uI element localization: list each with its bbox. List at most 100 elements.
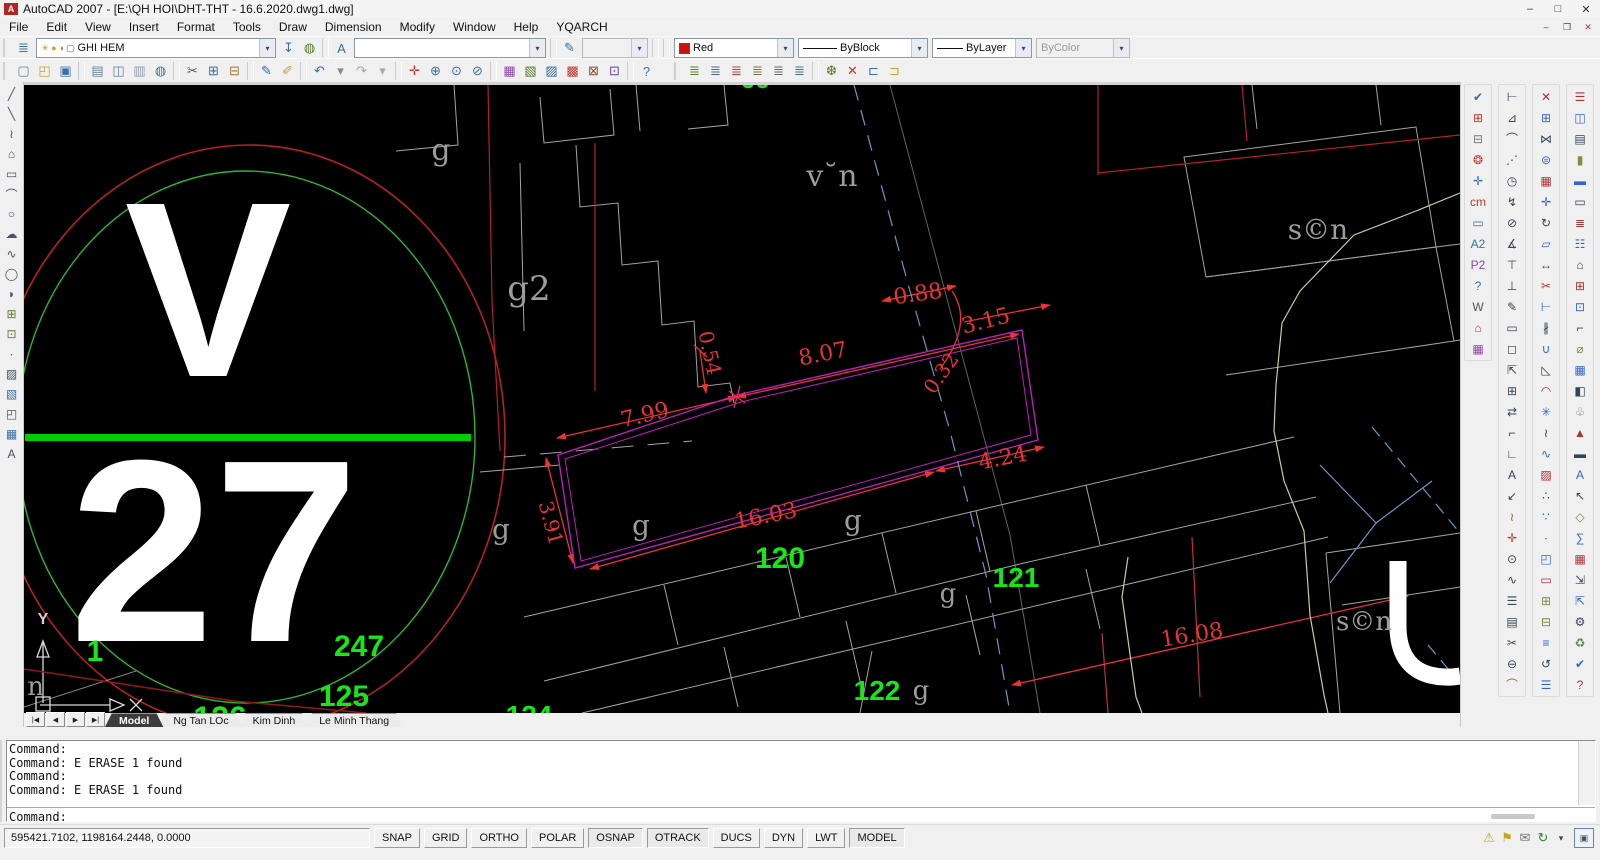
chevron-down-icon[interactable]: ▾ bbox=[631, 39, 647, 57]
block-editor-icon[interactable]: ✐ bbox=[277, 61, 298, 81]
elevation-icon[interactable]: ⌐ bbox=[1569, 317, 1591, 338]
rectangle-icon[interactable]: ▭ bbox=[2, 164, 22, 184]
insert-block-icon[interactable]: ⊞ bbox=[2, 304, 22, 324]
menu-file[interactable]: File bbox=[0, 19, 37, 35]
help-icon[interactable]: ? bbox=[636, 61, 657, 81]
copy-object-icon[interactable]: ⊞ bbox=[1535, 107, 1557, 128]
block-group-icon[interactable]: ⊞ bbox=[1467, 107, 1489, 128]
center-insert-icon[interactable]: ✛ bbox=[1467, 170, 1489, 191]
chamfer-icon[interactable]: ◺ bbox=[1535, 359, 1557, 380]
zoom-window-icon[interactable]: ⊙ bbox=[446, 61, 467, 81]
slab-icon[interactable]: ▭ bbox=[1569, 191, 1591, 212]
sheet-set-manager-icon[interactable]: ▩ bbox=[562, 61, 583, 81]
dim-style-dialog-icon[interactable]: ⇱ bbox=[1501, 359, 1523, 380]
about-icon[interactable]: ? bbox=[1569, 674, 1591, 695]
spline-edit-icon[interactable]: ∿ bbox=[1535, 443, 1557, 464]
schedule-icon[interactable]: ▦ bbox=[1569, 548, 1591, 569]
undo-icon[interactable]: ↶ bbox=[309, 61, 330, 81]
standards-warning-icon[interactable]: ⚠ bbox=[1480, 829, 1498, 847]
divide-icon[interactable]: ∴ bbox=[1535, 485, 1557, 506]
center-mark-icon[interactable]: ⇄ bbox=[1501, 401, 1523, 422]
mleader-icon[interactable]: A bbox=[1501, 464, 1523, 485]
color-grid-icon[interactable]: ▦ bbox=[1467, 338, 1489, 359]
command-box[interactable]: Command:Command: E ERASE 1 foundCommand:… bbox=[6, 740, 1596, 822]
stair-icon[interactable]: ≣ bbox=[1569, 212, 1591, 233]
dim-angular-icon[interactable]: ∡ bbox=[1501, 233, 1523, 254]
leader-tag-icon[interactable]: ↖ bbox=[1569, 485, 1591, 506]
stretch-icon[interactable]: ↔ bbox=[1535, 254, 1557, 275]
toggle-snap[interactable]: SNAP bbox=[374, 828, 420, 848]
dim-update-icon[interactable]: ◻ bbox=[1501, 338, 1523, 359]
door-icon[interactable]: ◫ bbox=[1569, 107, 1591, 128]
menu-window[interactable]: Window bbox=[444, 19, 505, 35]
dim-stack-icon[interactable]: ☰ bbox=[1501, 590, 1523, 611]
dim-ordinate-icon[interactable]: ⋰ bbox=[1501, 149, 1523, 170]
chevron-down-icon[interactable]: ▾ bbox=[259, 39, 275, 57]
wheel-icon[interactable]: ❂ bbox=[1467, 149, 1489, 170]
command-hscroll-thumb[interactable] bbox=[1491, 814, 1535, 819]
designcenter-icon[interactable]: ▧ bbox=[520, 61, 541, 81]
update-available-icon[interactable]: ↻ bbox=[1534, 829, 1552, 847]
lineweight-combo[interactable]: ByLayer ▾ bbox=[932, 38, 1032, 58]
menu-edit[interactable]: Edit bbox=[37, 19, 76, 35]
tag-icon[interactable]: ◇ bbox=[1569, 506, 1591, 527]
menu-view[interactable]: View bbox=[76, 19, 120, 35]
make-block-icon[interactable]: ⊡ bbox=[2, 324, 22, 344]
layer-previous2-icon[interactable]: ≣ bbox=[684, 61, 705, 81]
redo-drop-icon[interactable]: ▾ bbox=[372, 61, 393, 81]
offset-icon[interactable]: ⊜ bbox=[1535, 149, 1557, 170]
toggle-grid[interactable]: GRID bbox=[424, 828, 468, 848]
menu-draw[interactable]: Draw bbox=[270, 19, 316, 35]
toggle-dyn[interactable]: DYN bbox=[764, 828, 803, 848]
dim-break-icon[interactable]: ⌐ bbox=[1501, 422, 1523, 443]
ungroup-icon[interactable]: ⊟ bbox=[1535, 611, 1557, 632]
dim-arc2-icon[interactable]: ⌒ bbox=[1501, 674, 1523, 695]
dim-style-combo[interactable]: ▾ bbox=[582, 38, 648, 58]
erase-icon[interactable]: ✕ bbox=[1535, 86, 1557, 107]
north-arrow-icon[interactable]: ▲ bbox=[1569, 422, 1591, 443]
beam-icon[interactable]: ▬ bbox=[1569, 170, 1591, 191]
menu-modify[interactable]: Modify bbox=[391, 19, 444, 35]
arc-icon[interactable]: ⌒ bbox=[2, 184, 22, 204]
toolbar-grip[interactable] bbox=[3, 62, 10, 80]
doc-restore-button[interactable]: ❐ bbox=[1558, 20, 1576, 34]
toggle-otrack[interactable]: OTRACK bbox=[647, 828, 709, 848]
cut-icon[interactable]: ✂ bbox=[182, 61, 203, 81]
extend-icon[interactable]: ⊢ bbox=[1535, 296, 1557, 317]
roof-icon[interactable]: ⌂ bbox=[1569, 254, 1591, 275]
toggle-polar[interactable]: POLAR bbox=[531, 828, 584, 848]
menu-format[interactable]: Format bbox=[168, 19, 224, 35]
dim-minus-icon[interactable]: ⊖ bbox=[1501, 653, 1523, 674]
coordinate-readout[interactable]: 595421.7102, 1198164.2448, 0.0000 bbox=[4, 828, 370, 848]
dim-text-edit-icon[interactable]: ▭ bbox=[1501, 317, 1523, 338]
save-icon[interactable]: ▣ bbox=[55, 61, 76, 81]
paste-icon[interactable]: ⊟ bbox=[224, 61, 245, 81]
plotstyle-combo[interactable]: ByColor ▾ bbox=[1036, 38, 1130, 58]
measure-icon[interactable]: ∵ bbox=[1535, 506, 1557, 527]
toggle-ortho[interactable]: ORTHO bbox=[471, 828, 527, 848]
wall-icon[interactable]: ☰ bbox=[1569, 86, 1591, 107]
dim-curve-icon[interactable]: ≀ bbox=[1501, 506, 1523, 527]
text-tool-icon[interactable]: A bbox=[1569, 464, 1591, 485]
layer-isolate-icon[interactable]: ≣ bbox=[726, 61, 747, 81]
layer-delete-icon[interactable]: ⊐ bbox=[884, 61, 905, 81]
layer-off-icon[interactable]: ≣ bbox=[768, 61, 789, 81]
toggle-lwt[interactable]: LWT bbox=[807, 828, 845, 848]
join-icon[interactable]: ∪ bbox=[1535, 338, 1557, 359]
tab-model[interactable]: Model bbox=[105, 713, 163, 727]
chevron-down-icon[interactable]: ▾ bbox=[777, 39, 793, 57]
dim-wave-icon[interactable]: ∿ bbox=[1501, 569, 1523, 590]
point-icon[interactable]: ∙ bbox=[2, 344, 22, 364]
block-grid-icon[interactable]: ⊟ bbox=[1467, 128, 1489, 149]
hatch-edit-icon[interactable]: ▨ bbox=[1535, 464, 1557, 485]
wt-badge-icon[interactable]: W bbox=[1467, 296, 1489, 317]
layer-state-icon[interactable]: ≣ bbox=[705, 61, 726, 81]
export-icon[interactable]: ⇲ bbox=[1569, 569, 1591, 590]
dim-jogged-icon[interactable]: ↯ bbox=[1501, 191, 1523, 212]
dim-space-icon[interactable]: ∟ bbox=[1501, 443, 1523, 464]
polygon-icon[interactable]: ⌂ bbox=[2, 144, 22, 164]
chevron-down-icon[interactable]: ▾ bbox=[911, 39, 927, 57]
tray-more-dropdown[interactable]: ▾ bbox=[1552, 829, 1570, 847]
etransmit-icon[interactable]: ◍ bbox=[150, 61, 171, 81]
explode-icon[interactable]: ✳ bbox=[1535, 401, 1557, 422]
